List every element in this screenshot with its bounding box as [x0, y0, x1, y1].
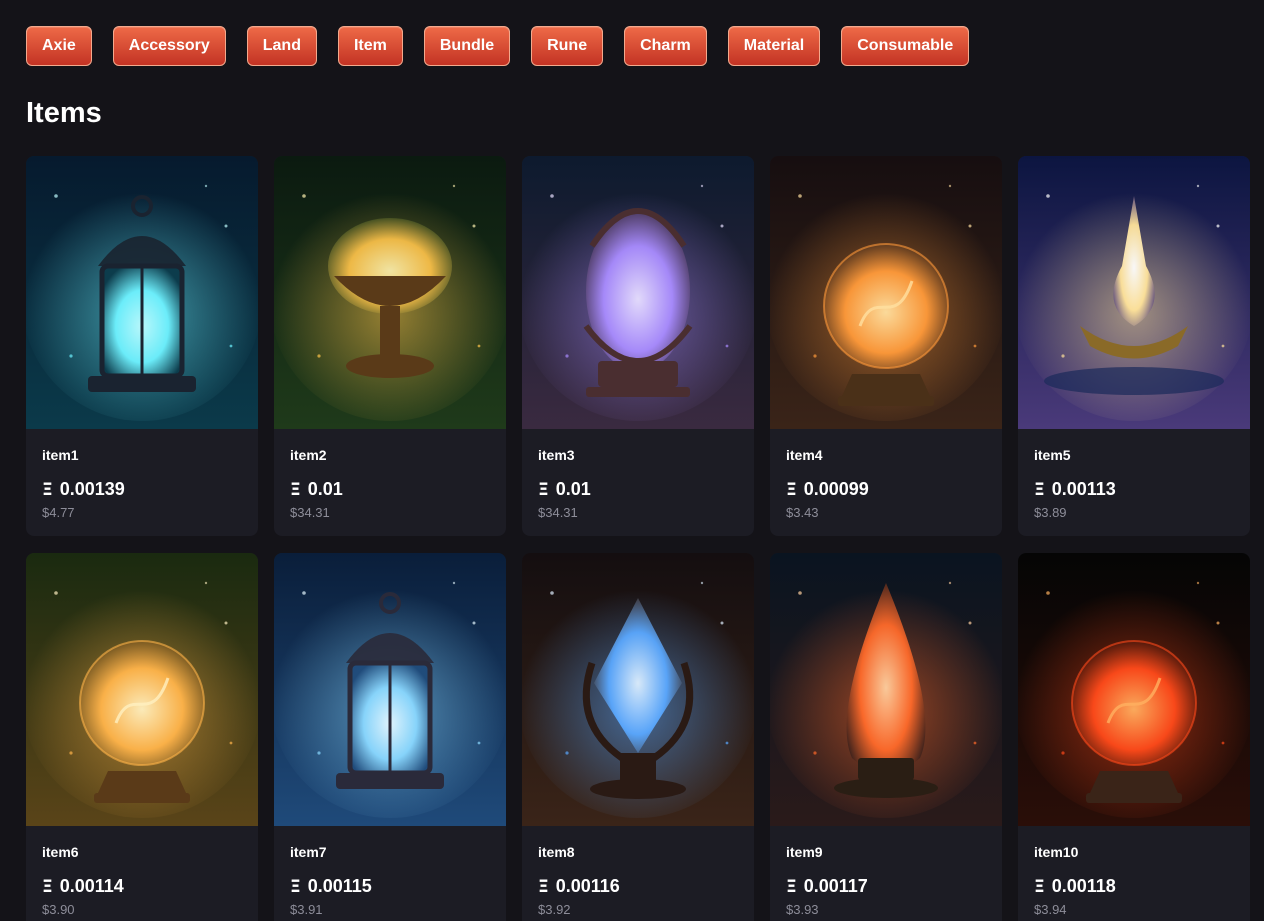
usd-price: $3.92 — [538, 902, 571, 917]
item-price: Ξ 0.00114 — [42, 876, 242, 897]
item-image — [274, 156, 506, 429]
eth-icon: Ξ — [538, 876, 549, 897]
usd-price: $4.77 — [42, 505, 75, 520]
eth-icon: Ξ — [1034, 479, 1045, 500]
item-info: item6 Ξ 0.00114 $3.90 — [26, 826, 258, 917]
price-value: 0.00114 — [59, 876, 124, 896]
item-price: Ξ 0.00099 — [786, 479, 986, 500]
item-info: item4 Ξ 0.00099 $3.43 — [770, 429, 1002, 520]
item-name: item5 — [1034, 447, 1071, 463]
usd-price: $3.91 — [290, 902, 323, 917]
item-image — [1018, 553, 1250, 826]
item-image — [770, 553, 1002, 826]
tab-material[interactable]: Material — [727, 26, 821, 66]
eth-icon: Ξ — [786, 876, 797, 897]
item-price: Ξ 0.00113 — [1034, 479, 1234, 500]
price-value: 0.00118 — [1051, 876, 1116, 896]
item-name: item4 — [786, 447, 823, 463]
item-info: item1 Ξ 0.00139 $4.77 — [26, 429, 258, 520]
tab-item[interactable]: Item — [337, 26, 403, 66]
item-name: item9 — [786, 844, 823, 860]
eth-icon: Ξ — [1034, 876, 1045, 897]
tab-rune[interactable]: Rune — [531, 26, 604, 66]
items-grid: item1 Ξ 0.00139 $4.77 item2 Ξ 0.01 $34.3… — [26, 156, 1250, 921]
usd-price: $34.31 — [290, 505, 330, 520]
item-price: Ξ 0.00116 — [538, 876, 738, 897]
tab-accessory[interactable]: Accessory — [112, 26, 226, 66]
eth-icon: Ξ — [786, 479, 797, 500]
item-price: Ξ 0.00139 — [42, 479, 242, 500]
item-name: item7 — [290, 844, 327, 860]
item-price: Ξ 0.00115 — [290, 876, 490, 897]
price-value: 0.00113 — [1051, 479, 1116, 499]
item-price: Ξ 0.00118 — [1034, 876, 1234, 897]
item-info: item7 Ξ 0.00115 $3.91 — [274, 826, 506, 917]
price-value: 0.00099 — [803, 479, 869, 499]
item-card[interactable]: item10 Ξ 0.00118 $3.94 — [1018, 553, 1250, 921]
tab-axie[interactable]: Axie — [26, 26, 92, 66]
item-image — [1018, 156, 1250, 429]
item-info: item5 Ξ 0.00113 $3.89 — [1018, 429, 1250, 520]
price-value: 0.00117 — [803, 876, 868, 896]
usd-price: $3.43 — [786, 505, 819, 520]
item-card[interactable]: item6 Ξ 0.00114 $3.90 — [26, 553, 258, 921]
price-value: 0.01 — [307, 479, 343, 499]
item-info: item10 Ξ 0.00118 $3.94 — [1018, 826, 1250, 917]
item-name: item10 — [1034, 844, 1079, 860]
eth-icon: Ξ — [538, 479, 549, 500]
eth-icon: Ξ — [290, 479, 301, 500]
item-price: Ξ 0.00117 — [786, 876, 986, 897]
usd-price: $3.93 — [786, 902, 819, 917]
item-name: item6 — [42, 844, 79, 860]
item-card[interactable]: item7 Ξ 0.00115 $3.91 — [274, 553, 506, 921]
item-card[interactable]: item4 Ξ 0.00099 $3.43 — [770, 156, 1002, 536]
item-image — [274, 553, 506, 826]
eth-icon: Ξ — [42, 479, 53, 500]
price-value: 0.01 — [555, 479, 591, 499]
item-card[interactable]: item1 Ξ 0.00139 $4.77 — [26, 156, 258, 536]
item-card[interactable]: item3 Ξ 0.01 $34.31 — [522, 156, 754, 536]
item-info: item9 Ξ 0.00117 $3.93 — [770, 826, 1002, 917]
item-price: Ξ 0.01 — [538, 479, 738, 500]
tab-bundle[interactable]: Bundle — [423, 26, 511, 66]
item-card[interactable]: item8 Ξ 0.00116 $3.92 — [522, 553, 754, 921]
item-image — [770, 156, 1002, 429]
category-tabs: Axie Accessory Land Item Bundle Rune Charm Mate… — [26, 26, 970, 66]
section-title: Items — [26, 97, 102, 129]
item-name: item3 — [538, 447, 575, 463]
item-card[interactable]: item2 Ξ 0.01 $34.31 — [274, 156, 506, 536]
item-image — [522, 156, 754, 429]
item-name: item8 — [538, 844, 575, 860]
item-card[interactable]: item9 Ξ 0.00117 $3.93 — [770, 553, 1002, 921]
usd-price: $3.94 — [1034, 902, 1067, 917]
item-image — [26, 553, 258, 826]
eth-icon: Ξ — [42, 876, 53, 897]
usd-price: $34.31 — [538, 505, 578, 520]
tab-land[interactable]: Land — [246, 26, 317, 66]
price-value: 0.00115 — [307, 876, 372, 896]
tab-charm[interactable]: Charm — [624, 26, 707, 66]
usd-price: $3.89 — [1034, 505, 1067, 520]
item-image — [26, 156, 258, 429]
item-info: item8 Ξ 0.00116 $3.92 — [522, 826, 754, 917]
item-name: item1 — [42, 447, 79, 463]
item-name: item2 — [290, 447, 327, 463]
item-price: Ξ 0.01 — [290, 479, 490, 500]
usd-price: $3.90 — [42, 902, 75, 917]
eth-icon: Ξ — [290, 876, 301, 897]
tab-consumable[interactable]: Consumable — [841, 26, 970, 66]
price-value: 0.00139 — [59, 479, 125, 499]
item-image — [522, 553, 754, 826]
marketplace-page: Axie Accessory Land Item Bundle Rune Charm Mate… — [0, 0, 1264, 921]
item-info: item3 Ξ 0.01 $34.31 — [522, 429, 754, 520]
price-value: 0.00116 — [555, 876, 620, 896]
item-card[interactable]: item5 Ξ 0.00113 $3.89 — [1018, 156, 1250, 536]
item-info: item2 Ξ 0.01 $34.31 — [274, 429, 506, 520]
